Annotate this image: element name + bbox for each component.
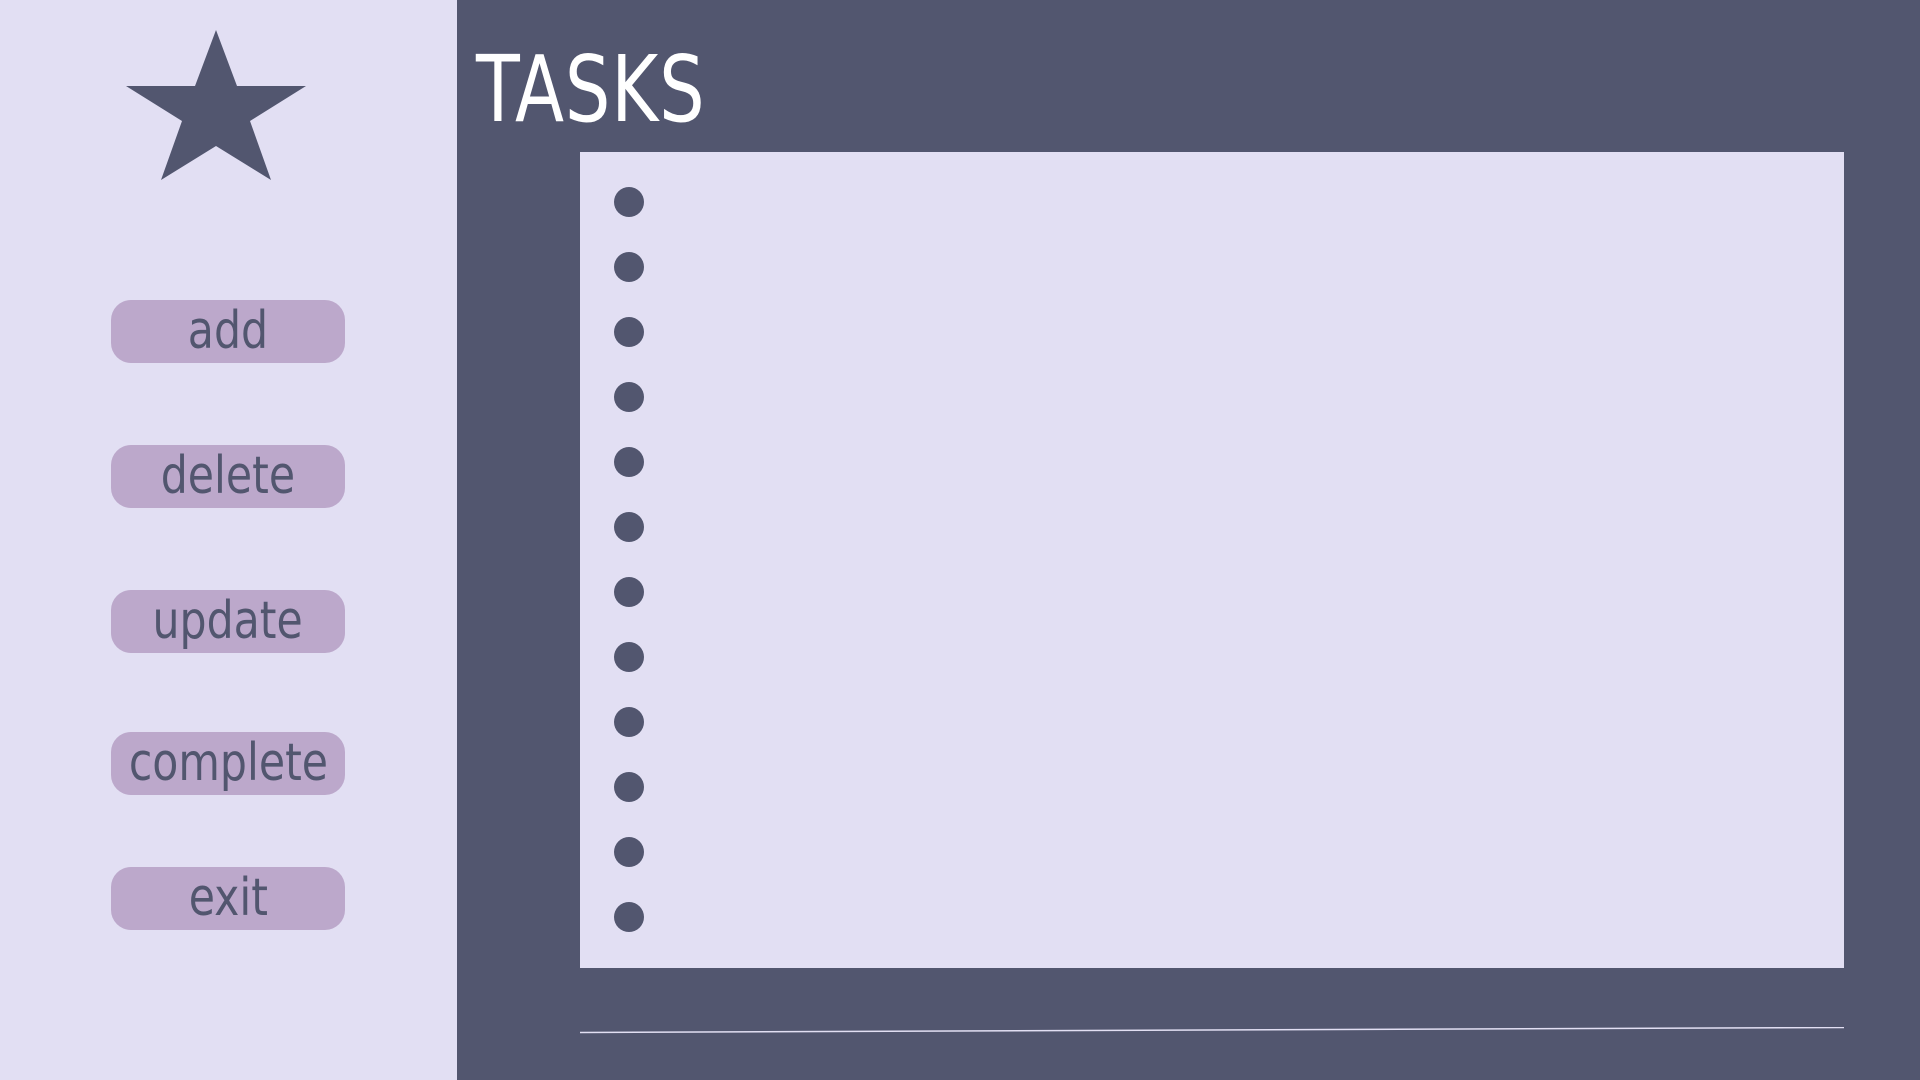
update-button[interactable]: update bbox=[111, 590, 345, 653]
list-item[interactable] bbox=[614, 832, 1814, 872]
update-button-label: update bbox=[152, 591, 304, 651]
bullet-icon bbox=[614, 642, 644, 672]
complete-button[interactable]: complete bbox=[111, 732, 345, 795]
exit-button-label: exit bbox=[188, 868, 268, 928]
bullet-icon bbox=[614, 837, 644, 867]
list-item[interactable] bbox=[614, 897, 1814, 937]
exit-button[interactable]: exit bbox=[111, 867, 345, 930]
bullet-icon bbox=[614, 772, 644, 802]
list-item[interactable] bbox=[614, 247, 1814, 287]
task-input-underline bbox=[580, 1027, 1844, 1034]
page-title: TASKS bbox=[476, 36, 706, 143]
bullet-icon bbox=[614, 512, 644, 542]
add-button[interactable]: add bbox=[111, 300, 345, 363]
list-item[interactable] bbox=[614, 507, 1814, 547]
list-item[interactable] bbox=[614, 702, 1814, 742]
list-item[interactable] bbox=[614, 637, 1814, 677]
sidebar: add delete update complete exit bbox=[0, 0, 457, 1080]
task-list-panel[interactable] bbox=[580, 152, 1844, 968]
list-item[interactable] bbox=[614, 442, 1814, 482]
app-window: add delete update complete exit TASKS bbox=[0, 0, 1920, 1080]
bullet-icon bbox=[614, 252, 644, 282]
bullet-icon bbox=[614, 707, 644, 737]
bullet-icon bbox=[614, 187, 644, 217]
list-item[interactable] bbox=[614, 377, 1814, 417]
list-item[interactable] bbox=[614, 312, 1814, 352]
bullet-icon bbox=[614, 447, 644, 477]
delete-button-label: delete bbox=[160, 446, 296, 506]
bullet-icon bbox=[614, 902, 644, 932]
star-icon bbox=[126, 30, 306, 180]
delete-button[interactable]: delete bbox=[111, 445, 345, 508]
bullet-icon bbox=[614, 382, 644, 412]
list-item[interactable] bbox=[614, 572, 1814, 612]
bullet-icon bbox=[614, 317, 644, 347]
bullet-icon bbox=[614, 577, 644, 607]
list-item[interactable] bbox=[614, 182, 1814, 222]
add-button-label: add bbox=[187, 301, 269, 361]
list-item[interactable] bbox=[614, 767, 1814, 807]
complete-button-label: complete bbox=[128, 733, 328, 793]
